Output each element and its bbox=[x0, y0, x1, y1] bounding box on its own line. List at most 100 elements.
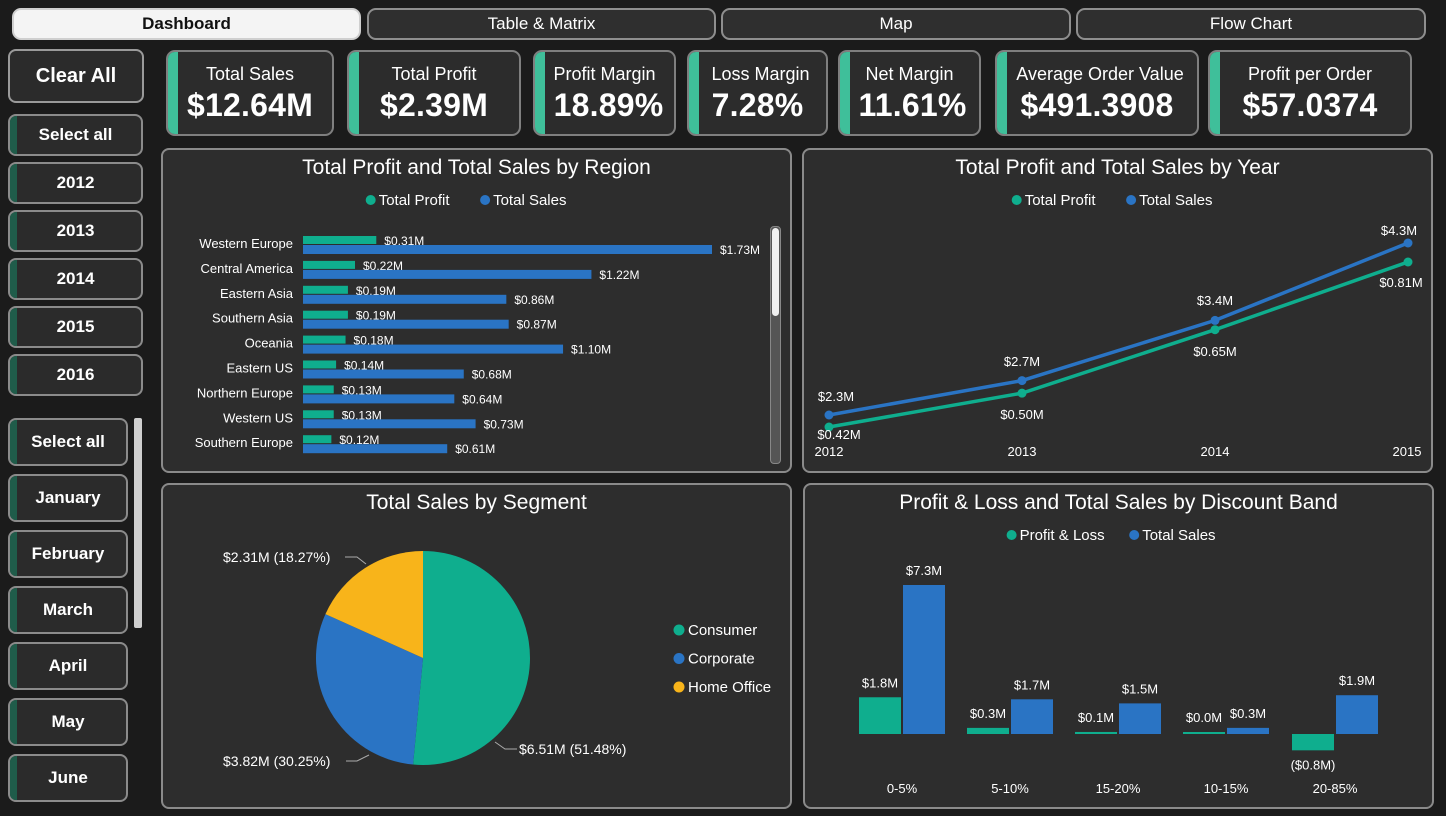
discount-chart: Profit & Loss Total Sales $1.8M $7.3M 0-5% $0… bbox=[859, 527, 1378, 796]
profit-loss-data-label: $1.8M bbox=[862, 675, 898, 690]
year-2016[interactable]: 2016 bbox=[8, 354, 143, 396]
x-tick-label: 2012 bbox=[815, 444, 844, 459]
profit-bar bbox=[303, 385, 334, 394]
month-select-all[interactable]: Select all bbox=[8, 418, 128, 466]
x-tick-label: 5-10% bbox=[991, 781, 1029, 796]
accent-bar bbox=[10, 164, 17, 202]
discount-chart-panel: Profit & Loss and Total Sales by Discoun… bbox=[803, 483, 1434, 809]
year-label: 2013 bbox=[56, 221, 95, 240]
profit-data-label: $0.42M bbox=[817, 427, 860, 442]
year-2012[interactable]: 2012 bbox=[8, 162, 143, 204]
sales-data-label: $1.5M bbox=[1122, 681, 1158, 696]
legend-marker bbox=[365, 195, 376, 205]
kpi-accent bbox=[689, 52, 699, 134]
kpi-accent bbox=[168, 52, 178, 134]
month-scrollbar[interactable] bbox=[134, 418, 142, 628]
month-june[interactable]: June bbox=[8, 754, 128, 802]
region-label: Eastern Asia bbox=[220, 286, 294, 301]
accent-bar bbox=[10, 756, 17, 800]
month-label: January bbox=[35, 488, 101, 507]
callout-line bbox=[345, 556, 367, 565]
tab-map[interactable]: Map bbox=[721, 8, 1071, 40]
region-scrollbar-thumb[interactable] bbox=[772, 228, 779, 316]
region-label: Western Europe bbox=[199, 236, 293, 251]
sales-point bbox=[1403, 238, 1413, 248]
month-february[interactable]: February bbox=[8, 530, 128, 578]
kpi-total-profit: Total Profit $2.39M bbox=[347, 50, 521, 136]
sales-data-label: $0.86M bbox=[514, 293, 554, 307]
sales-bar bbox=[303, 245, 712, 254]
kpi-value: 18.89% bbox=[553, 87, 664, 123]
profit-data-label: $0.50M bbox=[1000, 407, 1043, 422]
profit-data-label: $0.65M bbox=[1193, 344, 1236, 359]
sales-bar bbox=[1011, 699, 1053, 734]
x-tick-label: 0-5% bbox=[887, 781, 918, 796]
sales-data-label: $7.3M bbox=[906, 563, 942, 578]
profit-point bbox=[1017, 388, 1027, 398]
sales-data-label: $0.73M bbox=[484, 417, 524, 431]
year-chart-panel: Total Profit and Total Sales by Year Tot… bbox=[802, 148, 1433, 473]
profit-loss-data-label: $0.0M bbox=[1186, 710, 1222, 725]
kpi-accent bbox=[535, 52, 545, 134]
year-select-all[interactable]: Select all bbox=[8, 114, 143, 156]
month-march[interactable]: March bbox=[8, 586, 128, 634]
year-label: Select all bbox=[38, 125, 113, 144]
legend-marker bbox=[1129, 530, 1140, 540]
legend-marker bbox=[673, 653, 685, 664]
sales-data-label: $2.3M bbox=[818, 389, 854, 404]
sales-bar bbox=[303, 369, 464, 379]
accent-bar bbox=[10, 212, 17, 250]
legend-label: Consumer bbox=[688, 622, 757, 639]
year-chart: Total Profit Total Sales $2.3M $2.7M $3.4M $4… bbox=[815, 192, 1423, 459]
month-may[interactable]: May bbox=[8, 698, 128, 746]
kpi-total-sales: Total Sales $12.64M bbox=[166, 50, 334, 136]
sales-data-label: $0.68M bbox=[472, 368, 512, 382]
sales-data-label: $0.64M bbox=[462, 392, 502, 406]
year-2014[interactable]: 2014 bbox=[8, 258, 143, 300]
accent-bar bbox=[10, 644, 17, 688]
accent-bar bbox=[10, 700, 17, 744]
sales-data-label: $1.7M bbox=[1014, 677, 1050, 692]
slice-data-label: $2.31M (18.27%) bbox=[223, 549, 330, 565]
tab-table-matrix[interactable]: Table & Matrix bbox=[367, 8, 716, 40]
x-tick-label: 2014 bbox=[1201, 444, 1230, 459]
month-april[interactable]: April bbox=[8, 642, 128, 690]
tab-flow-chart[interactable]: Flow Chart bbox=[1076, 8, 1426, 40]
accent-bar bbox=[10, 260, 17, 298]
region-label: Oceania bbox=[245, 336, 294, 351]
accent-bar bbox=[10, 308, 17, 346]
accent-bar bbox=[10, 476, 17, 520]
sales-bar bbox=[303, 444, 448, 454]
legend-label: Total Profit bbox=[1025, 192, 1097, 209]
region-label: Southern Europe bbox=[195, 435, 293, 450]
legend-label: Home Office bbox=[688, 679, 771, 696]
profit-line bbox=[828, 260, 1409, 429]
month-label: April bbox=[48, 656, 88, 675]
tab-dashboard[interactable]: Dashboard bbox=[12, 8, 361, 40]
kpi-profit-margin: Profit Margin 18.89% bbox=[533, 50, 676, 136]
legend-label: Total Sales bbox=[1139, 192, 1212, 209]
profit-loss-bar bbox=[967, 727, 1009, 734]
x-tick-label: 2013 bbox=[1008, 444, 1037, 459]
month-label: Select all bbox=[31, 432, 105, 451]
sales-bar bbox=[303, 419, 476, 429]
sales-data-label: $1.9M bbox=[1339, 673, 1375, 688]
sales-bar bbox=[303, 344, 564, 354]
legend-marker bbox=[1006, 530, 1017, 540]
legend-label: Profit & Loss bbox=[1020, 527, 1105, 544]
clear-all-button[interactable]: Clear All bbox=[8, 49, 144, 103]
sales-data-label: $3.4M bbox=[1197, 293, 1233, 308]
profit-loss-data-label: $0.3M bbox=[970, 706, 1006, 721]
kpi-label: Total Profit bbox=[391, 64, 477, 84]
month-january[interactable]: January bbox=[8, 474, 128, 522]
sales-line bbox=[828, 241, 1409, 417]
profit-loss-data-label: $0.1M bbox=[1078, 710, 1114, 725]
legend-label: Total Sales bbox=[1142, 527, 1215, 544]
year-2015[interactable]: 2015 bbox=[8, 306, 143, 348]
region-label: Southern Asia bbox=[212, 311, 294, 326]
year-2013[interactable]: 2013 bbox=[8, 210, 143, 252]
kpi-label: Total Sales bbox=[205, 64, 295, 84]
kpi-accent bbox=[349, 52, 359, 134]
month-label: February bbox=[31, 544, 105, 563]
sales-bar bbox=[303, 294, 507, 304]
